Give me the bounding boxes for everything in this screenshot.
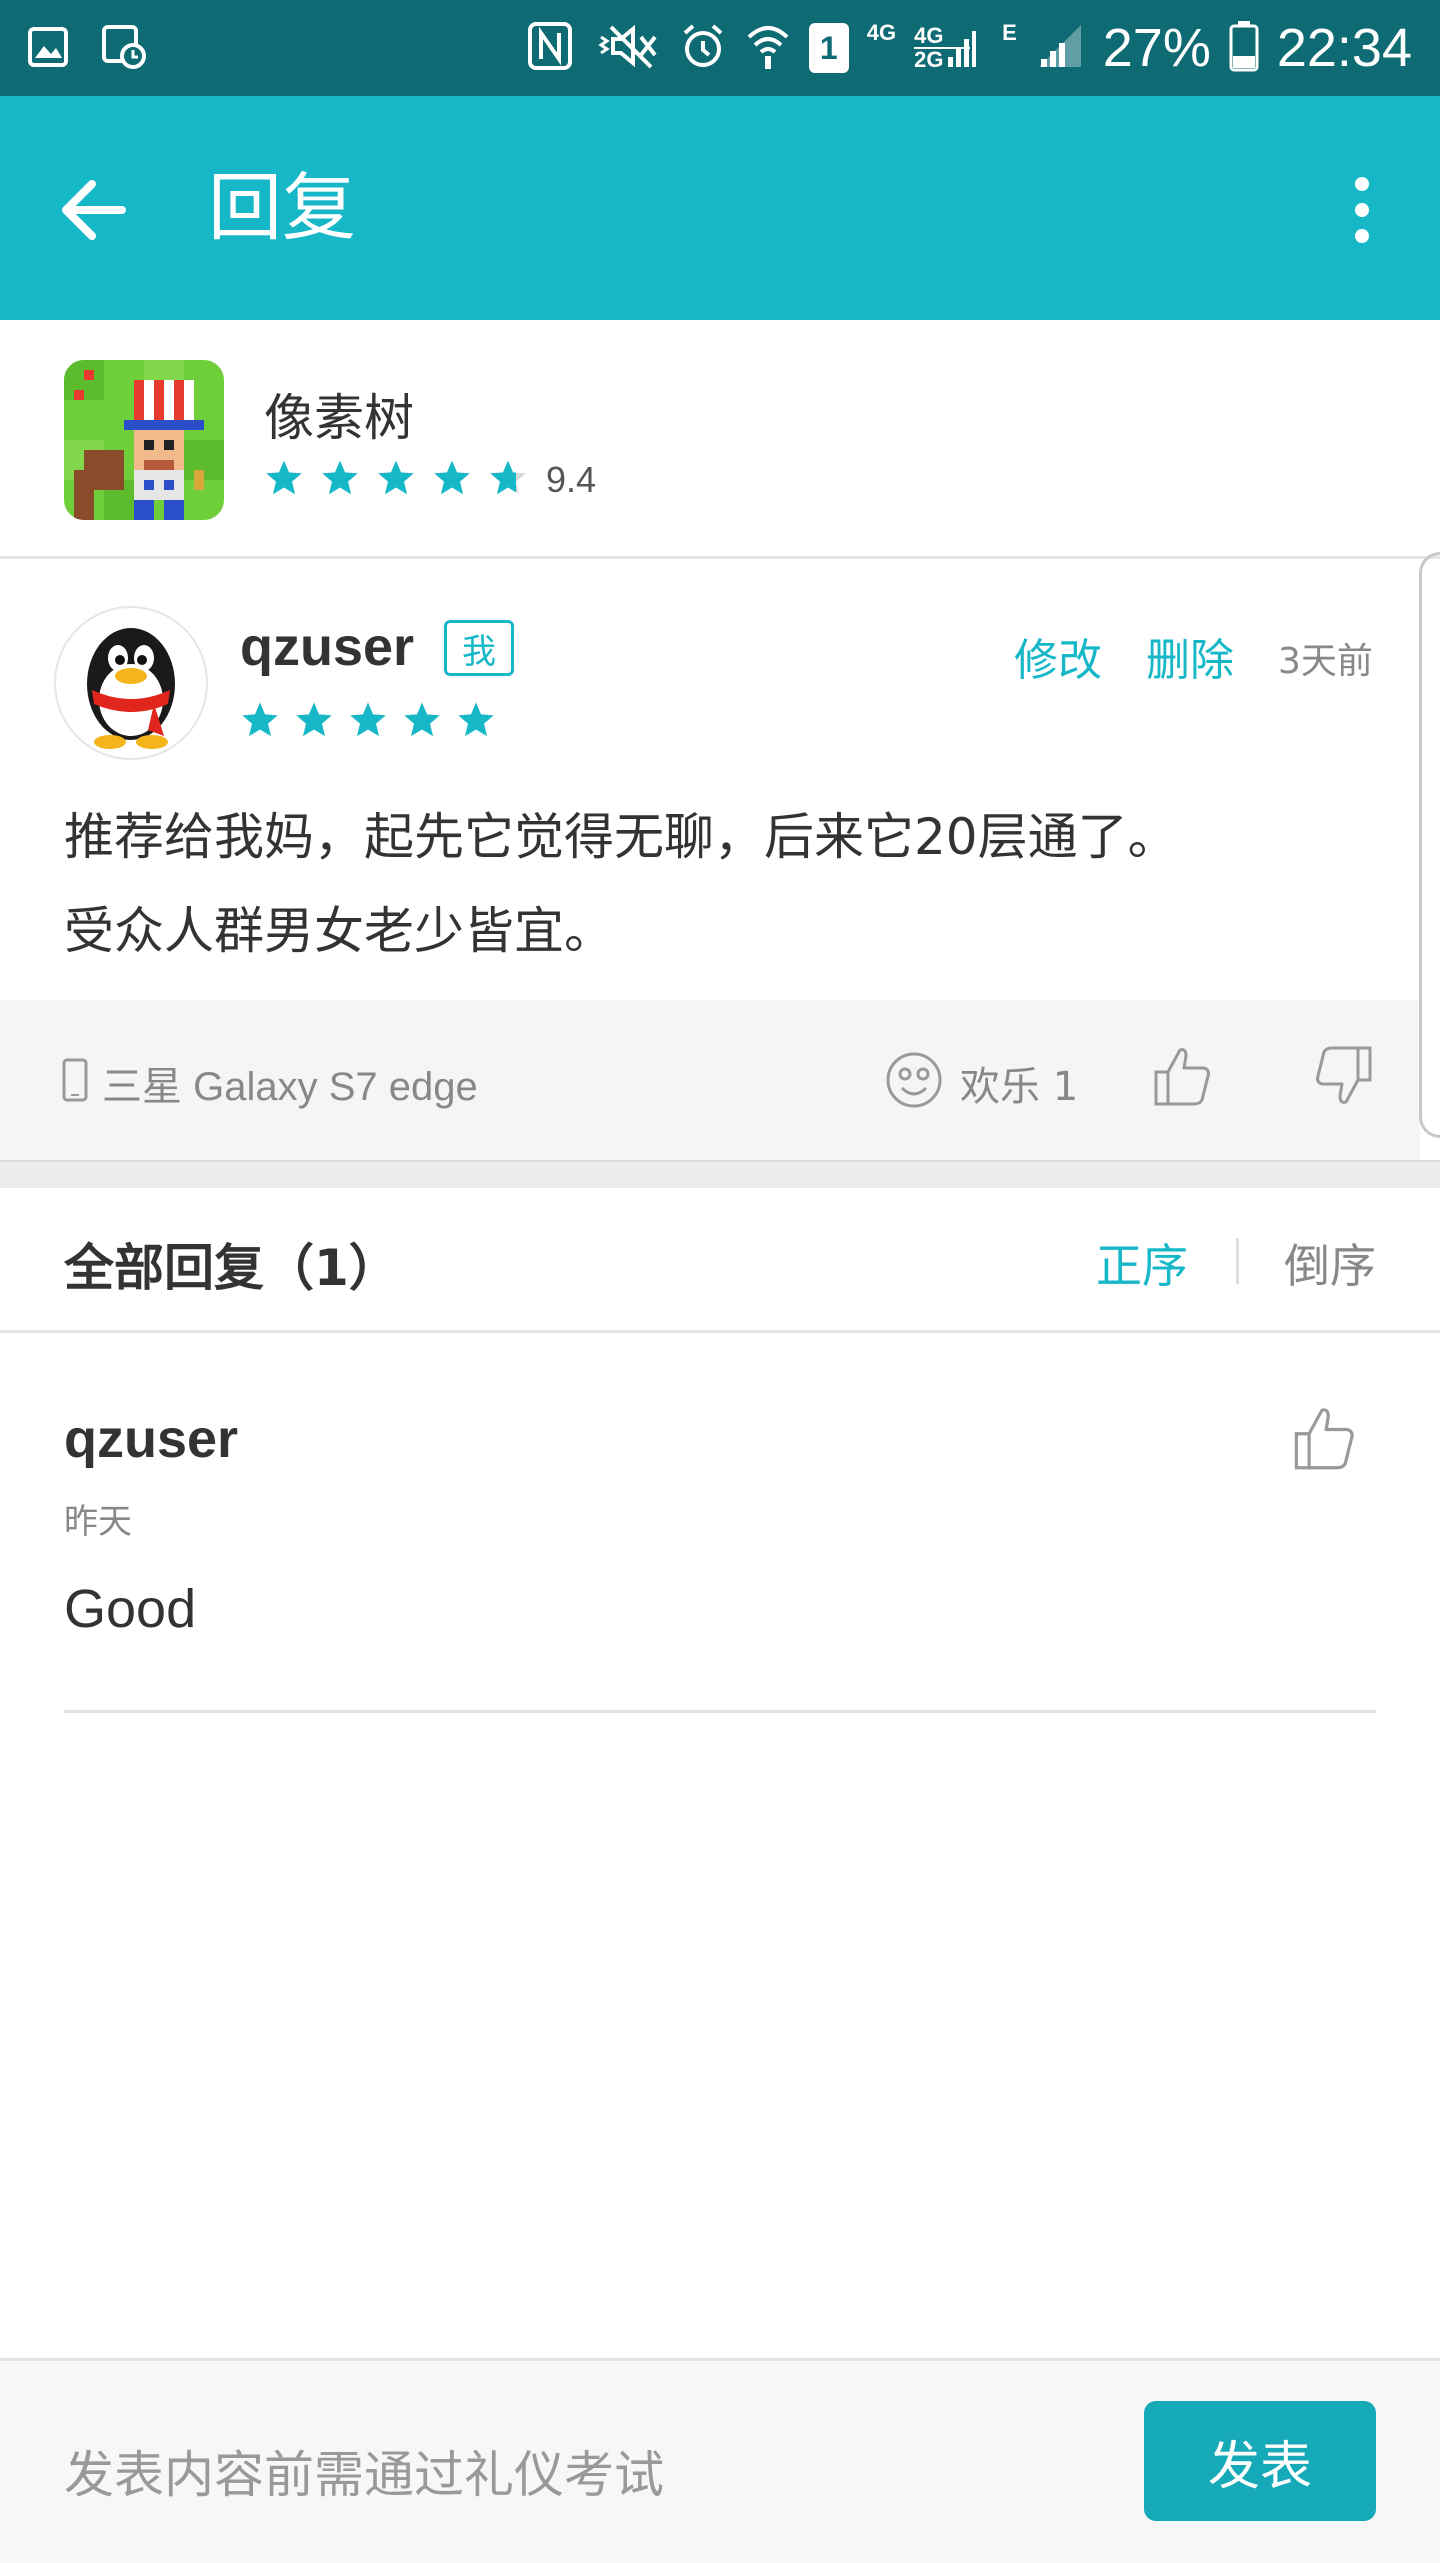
avatar[interactable]: [54, 606, 208, 760]
reply-time: 昨天: [64, 1502, 132, 1542]
network-4g-label: 4G: [866, 20, 897, 45]
star-icon: [240, 700, 280, 744]
mute-icon: [591, 21, 661, 75]
device-name: 三星 Galaxy S7 edge: [102, 1065, 478, 1109]
composer-bar: 发表内容前需通过礼仪考试 发表: [0, 2358, 1440, 2563]
review-time: 3天前: [1278, 641, 1373, 682]
schedule-icon: [100, 20, 148, 74]
rating-value: 9.4: [546, 459, 597, 500]
divider: [0, 556, 1440, 559]
app-name: 像素树: [264, 389, 414, 447]
thumbs-up-icon[interactable]: [1152, 1044, 1212, 1112]
reply-text: Good: [64, 1579, 197, 1639]
star-icon: [348, 700, 388, 744]
section-gap: [0, 1160, 1440, 1188]
me-badge: 我: [444, 620, 514, 676]
delete-button[interactable]: 删除: [1146, 624, 1234, 688]
review-text-line: 推荐给我妈，起先它觉得无聊，后来它20层通了。: [64, 808, 1178, 866]
more-vert-icon[interactable]: [1342, 174, 1382, 246]
review-stars: [240, 700, 496, 744]
status-bar: 1 4G 4G 2G E 27% 22:34: [0, 0, 1440, 96]
back-arrow-icon[interactable]: [52, 166, 140, 254]
reply-input[interactable]: 发表内容前需通过礼仪考试: [64, 2435, 664, 2507]
reply-username[interactable]: qzuser: [64, 1408, 238, 1470]
clock: 22:34: [1276, 18, 1412, 78]
star-icon: [376, 458, 416, 502]
app-rating: 9.4: [264, 458, 596, 502]
sim-icon: 1: [808, 23, 849, 73]
divider: [0, 1330, 1440, 1333]
sort-divider: [1236, 1238, 1239, 1284]
edit-button[interactable]: 修改: [1014, 624, 1102, 688]
smile-icon[interactable]: [884, 1050, 944, 1114]
network-e-label: E: [1002, 20, 1017, 45]
sort-asc-button[interactable]: 正序: [1096, 1230, 1188, 1296]
emotion-label[interactable]: 欢乐 1: [960, 1054, 1078, 1112]
thumbs-down-icon[interactable]: [1314, 1044, 1374, 1112]
page-title: 回复: [208, 165, 356, 251]
review-footer: 三星 Galaxy S7 edge 欢乐 1: [0, 1000, 1420, 1160]
app-icon[interactable]: [64, 360, 224, 520]
star-icon: [402, 700, 442, 744]
alarm-icon: [679, 21, 727, 75]
sort-desc-button[interactable]: 倒序: [1284, 1230, 1376, 1296]
signal-icon: [1035, 21, 1085, 75]
replies-header: 全部回复（1）: [64, 1239, 399, 1297]
wifi-icon: [745, 21, 791, 75]
signal-4g2g-icon: 4G 2G: [914, 25, 977, 71]
star-icon: [432, 458, 472, 502]
rating-stars: [264, 458, 528, 502]
review-text: 推荐给我妈，起先它觉得无聊，后来它20层通了。 受众人群男女老少皆宜。: [64, 790, 1404, 978]
nfc-icon: [527, 21, 573, 75]
reply-thumbs-up-icon[interactable]: [1292, 1404, 1356, 1476]
edge-panel-handle[interactable]: [1419, 552, 1440, 1138]
star-icon: [488, 458, 528, 502]
send-button[interactable]: 发表: [1144, 2401, 1376, 2521]
review-username[interactable]: qzuser: [240, 616, 414, 678]
review-text-line: 受众人群男女老少皆宜。: [64, 902, 614, 960]
app-bar: 回复: [0, 96, 1440, 320]
battery-percent: 27%: [1102, 18, 1211, 78]
star-icon: [264, 458, 304, 502]
star-icon: [320, 458, 360, 502]
reply-divider: [64, 1710, 1376, 1713]
star-icon: [294, 700, 334, 744]
gallery-icon: [24, 20, 72, 74]
phone-icon: [62, 1058, 88, 1106]
battery-icon: [1229, 20, 1259, 76]
star-icon: [456, 700, 496, 744]
